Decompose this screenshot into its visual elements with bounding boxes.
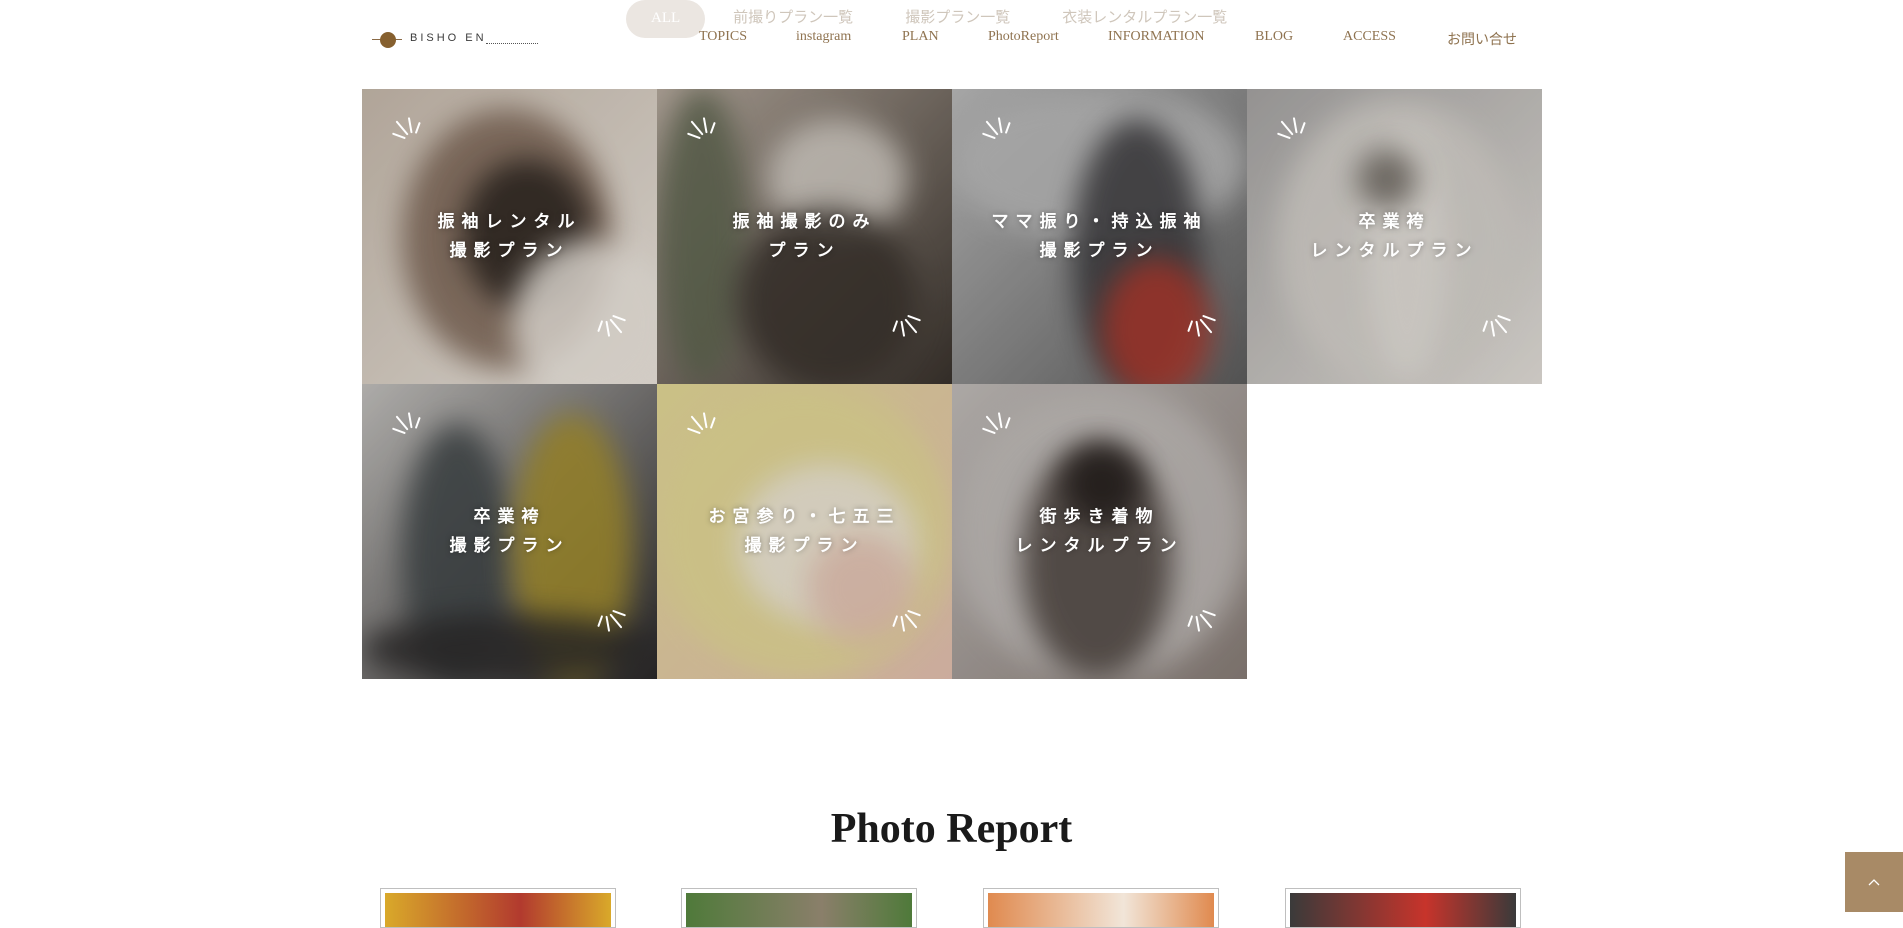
nav-plan[interactable]: PLAN [902,29,939,45]
sparkle-icon [582,289,628,337]
nav-blog[interactable]: BLOG [1255,29,1293,45]
sparkle-icon [877,584,923,632]
back-to-top-button[interactable] [1845,852,1903,912]
plan-title-line2: 撮影プラン [449,535,570,556]
sparkle-icon [582,584,628,632]
logo-text: BISHO EN [410,32,487,44]
plan-title-line1: 卒業袴 [473,506,546,527]
photo-report-card[interactable] [1285,888,1521,928]
plan-title: 振袖撮影のみ プラン [657,208,952,266]
chevron-up-icon [1868,879,1880,886]
photo-report-list [0,888,1903,928]
filter-tab-all[interactable]: ALL [626,0,706,38]
plan-card-hakama-photo[interactable]: 卒業袴 撮影プラン [362,384,657,679]
plan-card-machiaruki[interactable]: 街歩き着物 レンタルプラン [952,384,1247,679]
plan-title-line2: レンタルプラン [1310,240,1479,261]
plan-title: 街歩き着物 レンタルプラン [952,503,1247,561]
plan-title-line1: 街歩き着物 [1039,506,1160,527]
plan-title-line2: レンタルプラン [1015,535,1184,556]
plan-card-omiyamairi[interactable]: お宮参り・七五三 撮影プラン [657,384,952,679]
plan-title-line2: 撮影プラン [1039,240,1160,261]
nav-photoreport[interactable]: PhotoReport [988,29,1059,45]
photo-report-card[interactable] [983,888,1219,928]
logo-mark-icon [380,32,396,48]
plan-title-line1: ママ振り・持込振袖 [991,211,1208,232]
sparkle-icon [1172,289,1218,337]
report-thumbnail [988,893,1214,927]
plan-title: ママ振り・持込振袖 撮影プラン [952,208,1247,266]
sparkle-icon [980,412,1026,460]
nav-access[interactable]: ACCESS [1343,29,1396,45]
plan-title-line1: 振袖撮影のみ [732,211,877,232]
sparkle-icon [1275,117,1321,165]
plan-card-mamafuri[interactable]: ママ振り・持込振袖 撮影プラン [952,89,1247,384]
plan-card-hakama-rental[interactable]: 卒業袴 レンタルプラン [1247,89,1542,384]
nav-information[interactable]: INFORMATION [1108,29,1204,45]
nav-contact[interactable]: お問い合せ [1447,29,1517,49]
sparkle-icon [390,117,436,165]
sparkle-icon [1172,584,1218,632]
photo-report-card[interactable] [681,888,917,928]
report-thumbnail [686,893,912,927]
section-title-photo-report: Photo Report [830,805,1073,852]
plan-title-line1: お宮参り・七五三 [708,506,901,527]
sparkle-icon [685,412,731,460]
report-thumbnail [1290,893,1516,927]
report-thumbnail [385,893,611,927]
logo-subtext-mark [486,37,538,44]
plan-title: 振袖レンタル 撮影プラン [362,208,657,266]
plan-title: 卒業袴 レンタルプラン [1247,208,1542,266]
photo-report-card[interactable] [380,888,616,928]
plan-title: お宮参り・七五三 撮影プラン [657,503,952,561]
plan-title-line2: プラン [768,240,841,261]
plan-card-furisode-photo[interactable]: 振袖撮影のみ プラン [657,89,952,384]
plan-title-line2: 撮影プラン [449,240,570,261]
plan-card-furisode-rental[interactable]: 振袖レンタル 撮影プラン [362,89,657,384]
plan-title: 卒業袴 撮影プラン [362,503,657,561]
sparkle-icon [685,117,731,165]
nav-instagram[interactable]: instagram [796,29,851,45]
sparkle-icon [877,289,923,337]
plan-grid: 振袖レンタル 撮影プラン 振袖撮影のみ プラン ママ振り・持込振袖 撮影プラン … [362,89,1542,679]
sparkle-icon [390,412,436,460]
plan-title-line2: 撮影プラン [744,535,865,556]
sparkle-icon [1467,289,1513,337]
plan-title-line1: 振袖レンタル [437,211,582,232]
sparkle-icon [980,117,1026,165]
nav-topics[interactable]: TOPICS [699,29,747,45]
plan-title-line1: 卒業袴 [1358,211,1431,232]
